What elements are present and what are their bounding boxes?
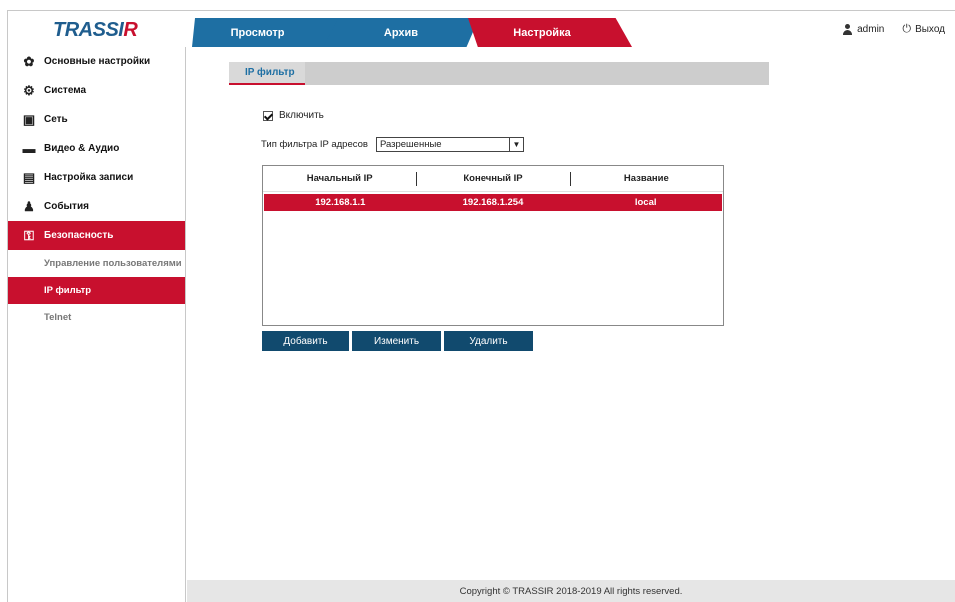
section-tab-bar: IP фильтр [229, 62, 769, 85]
section-tab-ip-filter[interactable]: IP фильтр [229, 62, 305, 85]
events-icon: ♟ [23, 198, 35, 214]
main-tabs: Просмотр Архив Настройка [192, 18, 632, 47]
sidebar-item-label: Основные настройки [44, 56, 151, 67]
tab-settings-label: Настройка [513, 26, 571, 39]
enable-checkbox[interactable] [263, 110, 273, 121]
trassir-logo: TRASSIR [53, 19, 138, 41]
sidebar-subitem-label: IP фильтр [44, 285, 92, 296]
sidebar-item-label: Система [44, 85, 87, 96]
filter-type-select[interactable]: Разрешенные ▼ [375, 137, 524, 152]
column-end-ip: Конечный IP [416, 166, 569, 191]
sidebar-item-label: События [44, 201, 89, 212]
floppy-icon: ▤ [22, 169, 36, 185]
sidebar-subitem-telnet[interactable]: Telnet [8, 304, 185, 331]
sidebar-item-video-audio[interactable]: ▬ Видео & Аудио [8, 134, 185, 163]
network-icon: ▣ [22, 111, 36, 127]
gears-icon: ⚙ [23, 82, 35, 98]
sidebar-item-security[interactable]: ⚿ Безопасность [8, 221, 185, 250]
chevron-down-icon: ▼ [508, 138, 523, 151]
table-header: Начальный IP Конечный IP Название [263, 166, 723, 192]
tab-settings[interactable]: Настройка [468, 18, 632, 47]
gear-icon: ✿ [23, 53, 35, 69]
filter-type-row: Тип фильтра IP адресов Разрешенные ▼ [261, 137, 524, 152]
user-area: admin ⏻ Выход [842, 23, 945, 36]
enable-label: Включить [279, 110, 324, 121]
sidebar-item-events[interactable]: ♟ События [8, 192, 185, 221]
clapperboard-icon: ▬ [22, 141, 36, 156]
cell-name: local [634, 197, 657, 208]
sidebar: ✿ Основные настройки ⚙ Система ▣ Сеть ▬ … [8, 47, 186, 602]
tab-view-label: Просмотр [230, 26, 285, 39]
column-name: Название [569, 166, 723, 191]
section-tab-label: IP фильтр [245, 67, 295, 78]
filter-type-label: Тип фильтра IP адресов [261, 139, 368, 150]
sidebar-subitem-label: Управление пользователями [44, 258, 182, 269]
lock-icon: ⚿ [24, 227, 34, 243]
sidebar-subitem-user-management[interactable]: Управление пользователями [8, 250, 185, 277]
tab-view[interactable]: Просмотр [192, 18, 343, 47]
cell-start-ip: 192.168.1.1 [315, 197, 366, 208]
enable-row: Включить [263, 110, 324, 121]
sidebar-item-basic-settings[interactable]: ✿ Основные настройки [8, 47, 185, 76]
action-buttons: Добавить Изменить Удалить [262, 331, 533, 351]
copyright-text: Copyright © TRASSIR 2018-2019 All rights… [459, 585, 683, 597]
tab-archive[interactable]: Архив [323, 18, 479, 47]
sidebar-item-network[interactable]: ▣ Сеть [8, 105, 185, 134]
sidebar-item-recording[interactable]: ▤ Настройка записи [8, 163, 185, 192]
sidebar-subitem-label: Telnet [44, 312, 72, 323]
top-header: TRASSIR Просмотр Архив Настройка admin ⏻… [8, 11, 955, 47]
sidebar-item-label: Сеть [44, 114, 68, 125]
sidebar-subitem-ip-filter[interactable]: IP фильтр [8, 277, 185, 304]
filter-type-value: Разрешенные [379, 139, 442, 150]
sidebar-item-label: Видео & Аудио [44, 143, 120, 154]
power-icon: ⏻ [902, 23, 912, 35]
sidebar-item-label: Настройка записи [44, 172, 134, 183]
sidebar-item-label: Безопасность [44, 230, 114, 241]
user-icon [842, 24, 853, 35]
logout-button[interactable]: ⏻ Выход [902, 23, 945, 36]
column-start-ip: Начальный IP [306, 173, 373, 184]
sidebar-item-system[interactable]: ⚙ Система [8, 76, 185, 105]
add-button[interactable]: Добавить [262, 331, 349, 351]
tab-archive-label: Архив [383, 26, 419, 39]
username: admin [857, 24, 885, 35]
cell-end-ip: 192.168.1.254 [462, 197, 524, 208]
delete-button[interactable]: Удалить [444, 331, 533, 351]
main-content: IP фильтр Включить Тип фильтра IP адресо… [187, 47, 955, 580]
logout-label: Выход [915, 24, 945, 35]
ip-table: Начальный IP Конечный IP Название 192.16… [262, 165, 724, 326]
edit-button[interactable]: Изменить [352, 331, 441, 351]
user-menu[interactable]: admin [842, 24, 884, 35]
table-row[interactable]: 192.168.1.1 192.168.1.254 local [264, 194, 722, 211]
footer: Copyright © TRASSIR 2018-2019 All rights… [187, 580, 955, 602]
